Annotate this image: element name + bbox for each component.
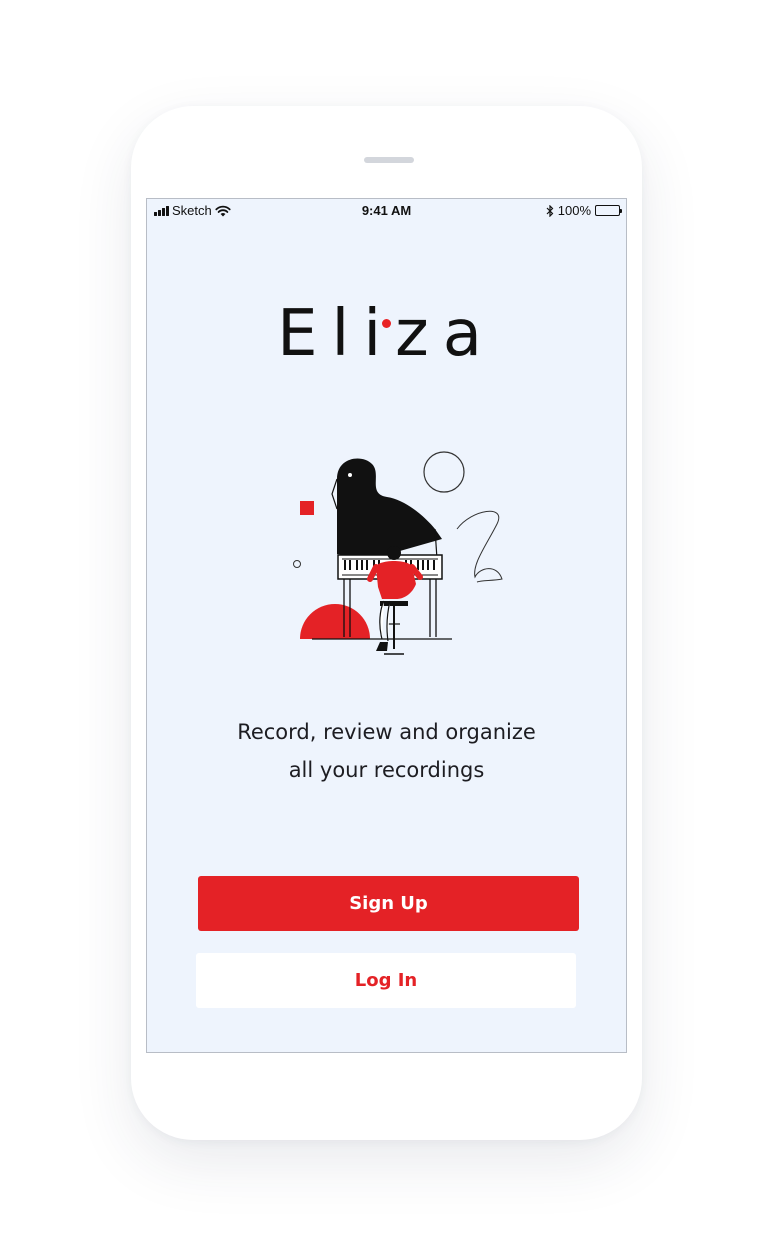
tagline-line-1: Record, review and organize xyxy=(237,720,536,744)
sign-up-button[interactable]: Sign Up xyxy=(198,876,579,931)
app-screen: Sketch 9:41 AM 100% Eliza Record, review… xyxy=(146,198,627,1053)
tagline: Record, review and organize all your rec… xyxy=(147,713,626,789)
battery-percent: 100% xyxy=(557,203,591,218)
phone-frame: Sketch 9:41 AM 100% Eliza Record, review… xyxy=(131,106,642,1140)
tagline-line-2: all your recordings xyxy=(288,758,485,782)
app-logo: Eliza xyxy=(147,297,626,371)
logo-accent-dot xyxy=(382,319,391,328)
status-right: 100% xyxy=(546,203,622,218)
bluetooth-icon xyxy=(546,204,554,217)
piano-illustration xyxy=(293,451,503,655)
status-bar: Sketch 9:41 AM 100% xyxy=(147,199,626,223)
logo-text: Eliza xyxy=(277,297,496,371)
battery-icon xyxy=(595,205,622,216)
log-in-button[interactable]: Log In xyxy=(196,953,576,1008)
speaker-slot xyxy=(364,157,414,163)
